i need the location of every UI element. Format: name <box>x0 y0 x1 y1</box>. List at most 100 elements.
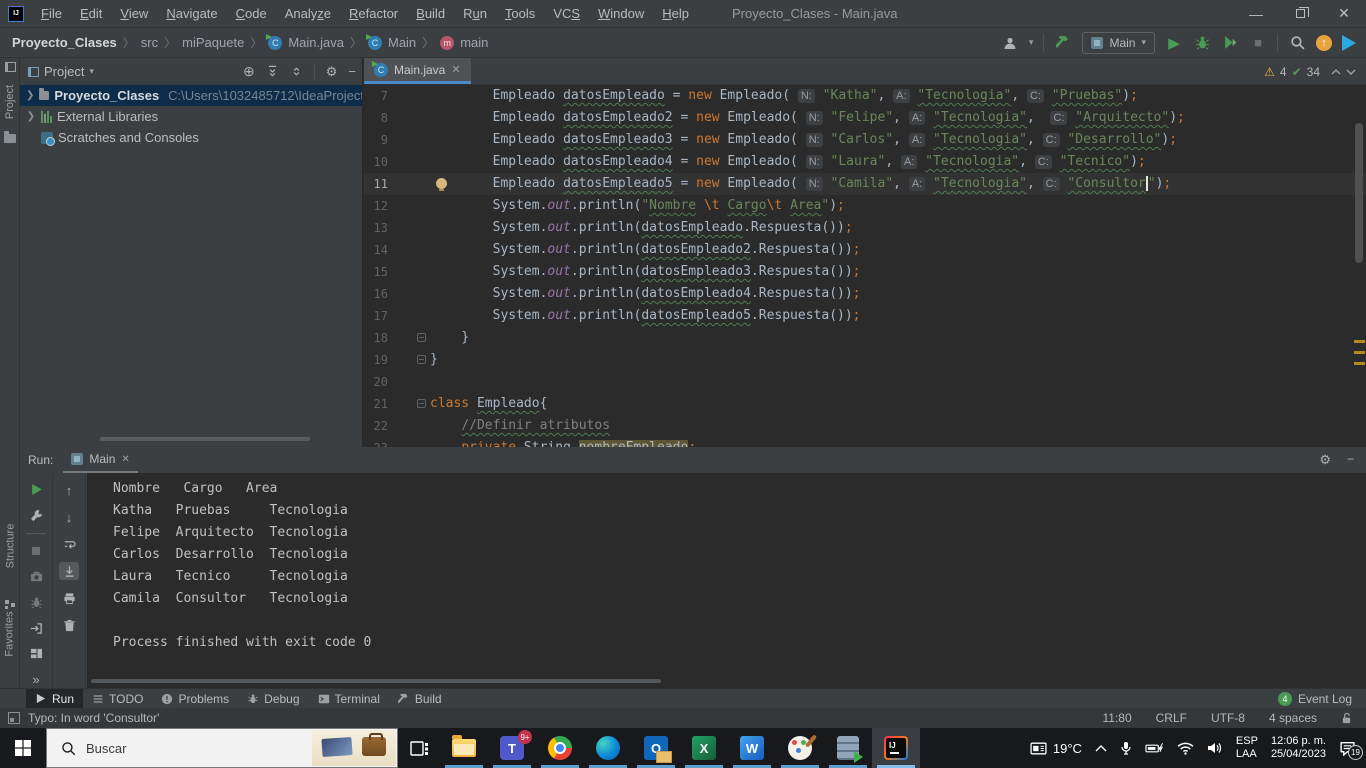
scroll-to-end-icon[interactable] <box>59 562 79 580</box>
gear-icon[interactable]: ⚙ <box>1319 452 1331 468</box>
chevron-down-icon[interactable]: ▾ <box>89 66 94 77</box>
menu-edit[interactable]: Edit <box>71 6 111 21</box>
toolwindow-tab-problems[interactable]: Problems <box>152 689 238 708</box>
caret-position[interactable]: 11:80 <box>1102 711 1131 725</box>
breadcrumb-item-mipaquete[interactable]: miPaquete <box>182 35 244 50</box>
close-tab-icon[interactable]: ✕ <box>451 63 460 76</box>
code-line-19[interactable]: 19} <box>364 349 1366 371</box>
next-warning-icon[interactable] <box>1346 69 1356 75</box>
console-output[interactable]: Nombre Cargo Area Katha Pruebas Tecnolog… <box>87 473 1366 688</box>
code-line-23[interactable]: 23 private String nombreEmpleado; <box>364 437 1366 447</box>
editor-vertical-scrollbar[interactable] <box>1355 123 1363 263</box>
soft-wrap-icon[interactable] <box>59 535 79 553</box>
clock[interactable]: 12:06 p. m. 25/04/2023 <box>1271 735 1326 761</box>
run-with-coverage-button[interactable] <box>1221 34 1239 52</box>
warning-stripe-mark[interactable] <box>1354 340 1365 343</box>
notification-center-button[interactable]: 19 <box>1339 741 1363 760</box>
taskbar-search-input[interactable]: Buscar <box>46 728 398 768</box>
code-line-20[interactable]: 20 <box>364 371 1366 393</box>
battery-icon[interactable] <box>1145 742 1164 754</box>
microphone-icon[interactable] <box>1120 741 1132 755</box>
breadcrumb-item-main[interactable]: main <box>460 35 488 50</box>
task-view-button[interactable] <box>398 728 440 768</box>
prev-warning-icon[interactable] <box>1331 69 1341 75</box>
tree-item-external-libraries[interactable]: ❯ External Libraries <box>20 106 362 127</box>
sidebar-item-structure[interactable]: Structure <box>0 518 20 610</box>
code-line-21[interactable]: 21 class Empleado{ <box>364 393 1366 415</box>
more-icon[interactable]: » <box>26 671 46 688</box>
menu-file[interactable]: File <box>32 6 71 21</box>
maximize-button[interactable] <box>1278 0 1322 27</box>
layout-settings-icon[interactable] <box>26 646 46 663</box>
code-line-16[interactable]: 16 System.out.println(datosEmpleado4.Res… <box>364 283 1366 305</box>
build-hammer-icon[interactable] <box>1054 34 1072 52</box>
breadcrumb-item-src[interactable]: src <box>141 35 158 50</box>
taskbar-app-outlook[interactable]: O <box>632 728 680 768</box>
sidebar-item-project[interactable]: Project <box>0 62 20 143</box>
menu-code[interactable]: Code <box>227 6 276 21</box>
project-horizontal-scrollbar[interactable] <box>100 437 310 441</box>
warning-stripe-mark[interactable] <box>1354 351 1365 354</box>
menu-run[interactable]: Run <box>454 6 496 21</box>
debug-button[interactable] <box>1193 34 1211 52</box>
project-panel-title[interactable]: Project <box>44 64 84 79</box>
hide-panel-icon[interactable]: − <box>348 64 356 79</box>
taskbar-app-file-explorer[interactable] <box>440 728 488 768</box>
ide-features-trainer-icon[interactable] <box>1342 34 1356 51</box>
print-icon[interactable] <box>59 589 79 607</box>
close-run-tab-icon[interactable]: ✕ <box>121 454 129 465</box>
menu-tools[interactable]: Tools <box>496 6 544 21</box>
toolwindow-switcher-icon[interactable] <box>8 712 20 724</box>
user-profile-icon[interactable] <box>1001 34 1019 52</box>
tab-main-java[interactable]: C Main.java ✕ <box>364 58 471 84</box>
run-configuration-select[interactable]: Main ▾ <box>1082 31 1155 54</box>
clear-console-icon[interactable] <box>59 616 79 634</box>
menu-navigate[interactable]: Navigate <box>157 6 226 21</box>
scroll-down-icon[interactable]: ↓ <box>59 508 79 526</box>
run-tab-main[interactable]: Main ✕ <box>63 447 138 473</box>
breadcrumb-item-proyecto_clases[interactable]: Proyecto_Clases <box>12 35 117 50</box>
update-available-icon[interactable]: ↑ <box>1316 34 1332 51</box>
run-button[interactable]: ▶ <box>1165 34 1183 52</box>
lock-icon[interactable] <box>1341 712 1352 725</box>
toolwindow-tab-debug[interactable]: Debug <box>238 689 308 708</box>
menu-window[interactable]: Window <box>589 6 653 21</box>
toolwindow-tab-build[interactable]: Build <box>389 689 451 708</box>
scroll-up-icon[interactable]: ↑ <box>59 481 79 499</box>
code-line-17[interactable]: 17 System.out.println(datosEmpleado5.Res… <box>364 305 1366 327</box>
minimize-button[interactable]: — <box>1234 0 1278 27</box>
code-line-13[interactable]: 13 System.out.println(datosEmpleado.Resp… <box>364 217 1366 239</box>
tree-chevron-icon[interactable]: ❯ <box>26 90 34 101</box>
search-everywhere-icon[interactable] <box>1288 34 1306 52</box>
code-line-15[interactable]: 15 System.out.println(datosEmpleado3.Res… <box>364 261 1366 283</box>
code-line-8[interactable]: 8 Empleado datosEmpleado2 = new Empleado… <box>364 107 1366 129</box>
close-button[interactable]: ✕ <box>1322 0 1366 27</box>
intention-bulb-icon[interactable] <box>436 178 447 191</box>
keyboard-layout-indicator[interactable]: ESP LAA <box>1236 735 1258 761</box>
tree-chevron-icon[interactable]: ❯ <box>26 111 36 122</box>
expand-all-icon[interactable] <box>266 65 279 78</box>
code-line-7[interactable]: 7 Empleado datosEmpleado = new Empleado(… <box>364 85 1366 107</box>
event-log-button[interactable]: 4 Event Log <box>1277 691 1366 706</box>
taskbar-app-chrome[interactable] <box>536 728 584 768</box>
menu-analyze[interactable]: Analyze <box>276 6 340 21</box>
toolwindow-tab-run[interactable]: Run <box>26 689 84 708</box>
taskbar-app-word[interactable]: W <box>728 728 776 768</box>
line-separator[interactable]: CRLF <box>1156 711 1187 725</box>
search-highlights-image[interactable] <box>312 730 396 766</box>
taskbar-app-excel[interactable]: X <box>680 728 728 768</box>
taskbar-app-edge[interactable] <box>584 728 632 768</box>
code-line-18[interactable]: 18 } <box>364 327 1366 349</box>
collapse-all-icon[interactable] <box>290 65 303 78</box>
inspection-widget[interactable]: ⚠ 4 ✔ 34 <box>1264 65 1356 79</box>
code-line-9[interactable]: 9 Empleado datosEmpleado3 = new Empleado… <box>364 129 1366 151</box>
rerun-button[interactable] <box>26 481 46 498</box>
code-area[interactable]: 7 Empleado datosEmpleado = new Empleado(… <box>364 85 1366 447</box>
file-encoding[interactable]: UTF-8 <box>1211 711 1245 725</box>
taskbar-app-database[interactable] <box>824 728 872 768</box>
run-settings-icon[interactable] <box>26 507 46 524</box>
code-line-12[interactable]: 12 System.out.println("Nombre \t Cargo\t… <box>364 195 1366 217</box>
menu-build[interactable]: Build <box>407 6 454 21</box>
fold-marker-icon[interactable] <box>417 355 426 364</box>
tree-item-scratches-and-consoles[interactable]: Scratches and Consoles <box>20 127 362 148</box>
